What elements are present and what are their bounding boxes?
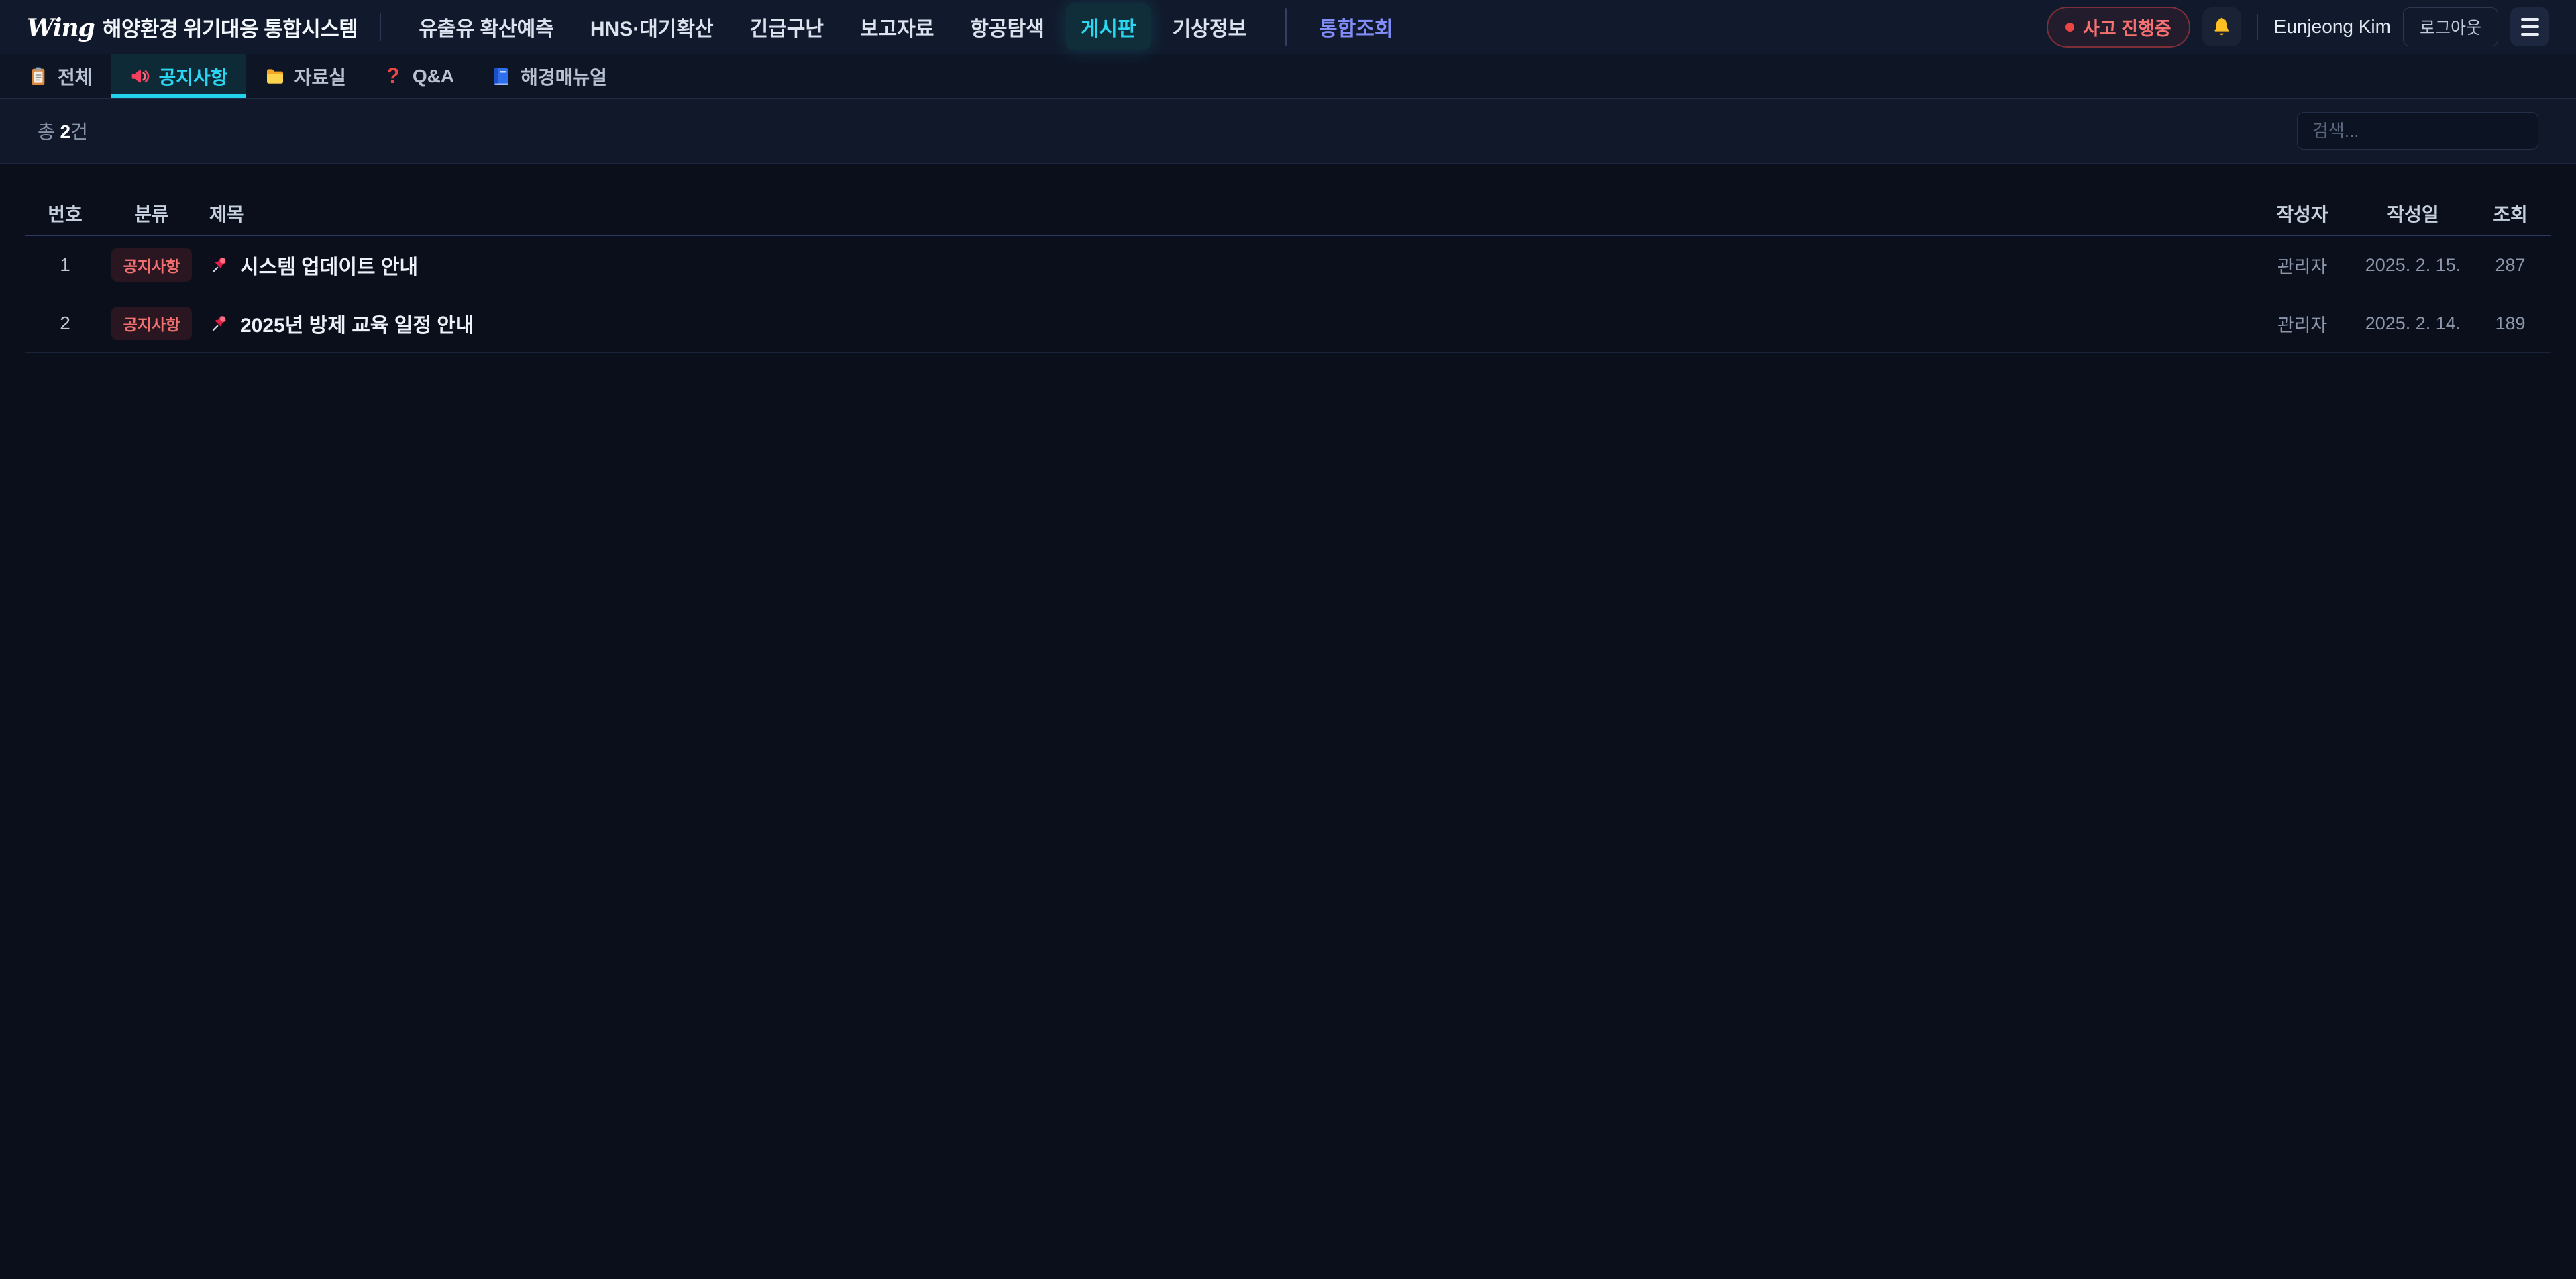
table-row[interactable]: 2 공지사항 2025년 방제 교육 일정 안내 관리자 2025. 2. 14… [25, 294, 2551, 353]
app-title: 해양환경 위기대응 통합시스템 [103, 12, 358, 42]
tab-label: 자료실 [294, 63, 346, 90]
logo-mark: Wing [27, 14, 95, 42]
header-date: 작성일 [2356, 200, 2470, 227]
logout-button[interactable]: 로그아웃 [2403, 7, 2498, 46]
header-views: 조회 [2470, 200, 2551, 227]
pushpin-icon [209, 313, 230, 334]
tab-kcg-manual[interactable]: 해경매뉴얼 [472, 54, 625, 98]
search-input[interactable] [2297, 112, 2538, 150]
clipboard-icon [28, 66, 49, 87]
total-count: 총 2건 [38, 117, 88, 144]
board-tabs: 전체 공지사항 자료실 ? Q&A 해경매뉴얼 [0, 54, 2576, 99]
nav-item-board[interactable]: 게시판 [1066, 3, 1151, 50]
board-content: 번호 분류 제목 작성자 작성일 조회 1 공지사항 시스템 업데이트 안내 관… [0, 192, 2576, 353]
header-title: 제목 [199, 200, 2249, 227]
user-divider [2257, 14, 2258, 40]
row-number: 2 [25, 313, 105, 334]
nav-item-aerial-search[interactable]: 항공탐색 [955, 3, 1059, 50]
category-badge: 공지사항 [111, 248, 193, 282]
nav-item-integrated-search[interactable]: 통합조회 [1304, 3, 1407, 50]
tab-qna[interactable]: ? Q&A [364, 54, 472, 98]
topbar: Wing 해양환경 위기대응 통합시스템 유출유 확산예측 HNS·대기확산 긴… [0, 0, 2576, 54]
user-name: Eunjeong Kim [2274, 16, 2391, 38]
table-row[interactable]: 1 공지사항 시스템 업데이트 안내 관리자 2025. 2. 15. 287 [25, 236, 2551, 294]
total-count-value: 2 [60, 121, 71, 142]
post-views: 189 [2470, 313, 2551, 334]
nav-item-rescue[interactable]: 긴급구난 [735, 3, 839, 50]
header-category: 분류 [105, 200, 199, 227]
hamburger-menu-icon [2521, 18, 2539, 21]
row-number: 1 [25, 254, 105, 276]
post-date: 2025. 2. 15. [2356, 255, 2470, 276]
header-author: 작성자 [2249, 200, 2356, 227]
post-title[interactable]: 2025년 방제 교육 일정 안내 [240, 309, 474, 338]
header-no: 번호 [25, 200, 105, 227]
question-icon: ? [382, 64, 404, 89]
post-author: 관리자 [2249, 311, 2356, 337]
category-badge: 공지사항 [111, 307, 193, 340]
incident-status-label: 사고 진행중 [2083, 14, 2171, 40]
tab-label: 공지사항 [159, 63, 228, 90]
nav-item-hns[interactable]: HNS·대기확산 [576, 3, 729, 50]
notifications-button[interactable] [2202, 7, 2241, 46]
hamburger-menu-button[interactable] [2510, 7, 2549, 46]
main-nav: 유출유 확산예측 HNS·대기확산 긴급구난 보고자료 항공탐색 게시판 기상정… [404, 3, 1407, 50]
post-date: 2025. 2. 14. [2356, 313, 2470, 334]
tab-label: 전체 [58, 63, 93, 90]
tab-notices[interactable]: 공지사항 [111, 54, 246, 98]
nav-item-oil-spill[interactable]: 유출유 확산예측 [404, 3, 569, 50]
nav-item-weather[interactable]: 기상정보 [1158, 3, 1261, 50]
post-views: 287 [2470, 255, 2551, 276]
tab-label: 해경매뉴얼 [521, 63, 607, 90]
post-author: 관리자 [2249, 252, 2356, 278]
tab-label: Q&A [413, 66, 454, 87]
book-icon [490, 66, 512, 87]
nav-divider [1285, 8, 1287, 46]
tab-resources[interactable]: 자료실 [246, 54, 364, 98]
bell-icon [2211, 16, 2233, 38]
list-toolbar: 총 2건 [0, 99, 2576, 164]
megaphone-icon [129, 66, 150, 87]
nav-item-reports[interactable]: 보고자료 [845, 3, 949, 50]
logo-divider [380, 13, 381, 41]
status-dot-icon [2065, 23, 2074, 32]
tab-all[interactable]: 전체 [9, 54, 111, 98]
app-logo[interactable]: Wing 해양환경 위기대응 통합시스템 [27, 12, 358, 42]
folder-icon [264, 66, 286, 87]
pushpin-icon [209, 255, 230, 276]
incident-status-badge[interactable]: 사고 진행중 [2047, 7, 2190, 48]
post-title[interactable]: 시스템 업데이트 안내 [240, 250, 418, 280]
table-header-row: 번호 분류 제목 작성자 작성일 조회 [25, 192, 2551, 236]
